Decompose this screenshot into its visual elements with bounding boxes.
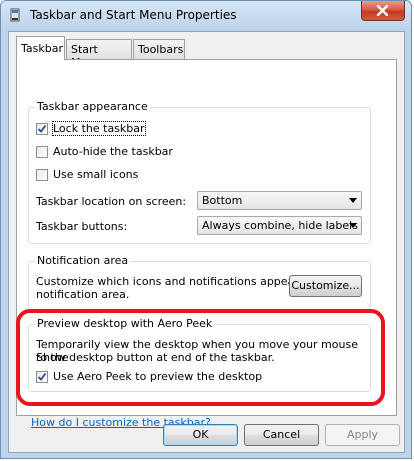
tab-label: Toolbars xyxy=(138,43,184,56)
taskbar-buttons-select[interactable]: Always combine, hide labels xyxy=(197,216,362,235)
chevron-down-icon xyxy=(349,198,357,203)
select-value: Always combine, hide labels xyxy=(202,219,358,232)
tab-label: Taskbar xyxy=(21,42,63,55)
cancel-button[interactable]: Cancel xyxy=(244,424,319,446)
taskbar-properties-icon xyxy=(8,8,22,23)
taskbar-buttons-label: Taskbar buttons: xyxy=(36,220,128,233)
tab-start-menu[interactable]: Start Menu xyxy=(66,39,132,69)
tab-toolbars[interactable]: Toolbars xyxy=(133,39,185,59)
notification-area-group: Notification area Customize which icons … xyxy=(28,254,371,311)
dialog-body: Taskbar Start Menu Toolbars Taskbar appe… xyxy=(8,31,405,453)
taskbar-appearance-group: Taskbar appearance Lock the taskbar Auto… xyxy=(28,100,371,244)
checkbox-box[interactable] xyxy=(36,123,48,135)
customize-label: Customize... xyxy=(291,279,360,292)
checkbox-box[interactable] xyxy=(36,169,48,181)
apply-button[interactable]: Apply xyxy=(325,424,400,446)
autohide-taskbar-checkbox[interactable]: Auto-hide the taskbar xyxy=(36,145,186,161)
cancel-label: Cancel xyxy=(262,428,301,441)
close-button[interactable] xyxy=(361,1,405,21)
ok-button[interactable]: OK xyxy=(163,424,238,446)
checkbox-box[interactable] xyxy=(36,146,48,158)
tab-taskbar[interactable]: Taskbar xyxy=(16,36,65,60)
lock-taskbar-checkbox[interactable]: Lock the taskbar xyxy=(36,121,166,138)
red-highlight-annotation xyxy=(16,309,385,406)
notification-description-line-2: notification area. xyxy=(36,288,130,301)
group-title: Notification area xyxy=(35,254,131,267)
taskbar-location-select[interactable]: Bottom xyxy=(197,191,362,210)
group-title: Taskbar appearance xyxy=(35,100,150,113)
taskbar-location-label: Taskbar location on screen: xyxy=(36,195,187,208)
properties-dialog: Taskbar and Start Menu Properties Taskba… xyxy=(0,0,412,459)
autohide-taskbar-label: Auto-hide the taskbar xyxy=(53,145,173,158)
small-icons-checkbox[interactable]: Use small icons xyxy=(36,168,186,184)
select-value: Bottom xyxy=(202,194,243,207)
chevron-down-icon xyxy=(349,223,357,228)
lock-taskbar-label: Lock the taskbar xyxy=(52,121,146,136)
taskbar-tab-panel: Taskbar appearance Lock the taskbar Auto… xyxy=(16,59,397,429)
window-title: Taskbar and Start Menu Properties xyxy=(30,8,237,22)
ok-label: OK xyxy=(192,428,209,441)
small-icons-label: Use small icons xyxy=(53,168,139,181)
title-bar[interactable]: Taskbar and Start Menu Properties xyxy=(1,1,411,31)
apply-label: Apply xyxy=(346,428,379,441)
customize-button[interactable]: Customize... xyxy=(289,275,362,297)
